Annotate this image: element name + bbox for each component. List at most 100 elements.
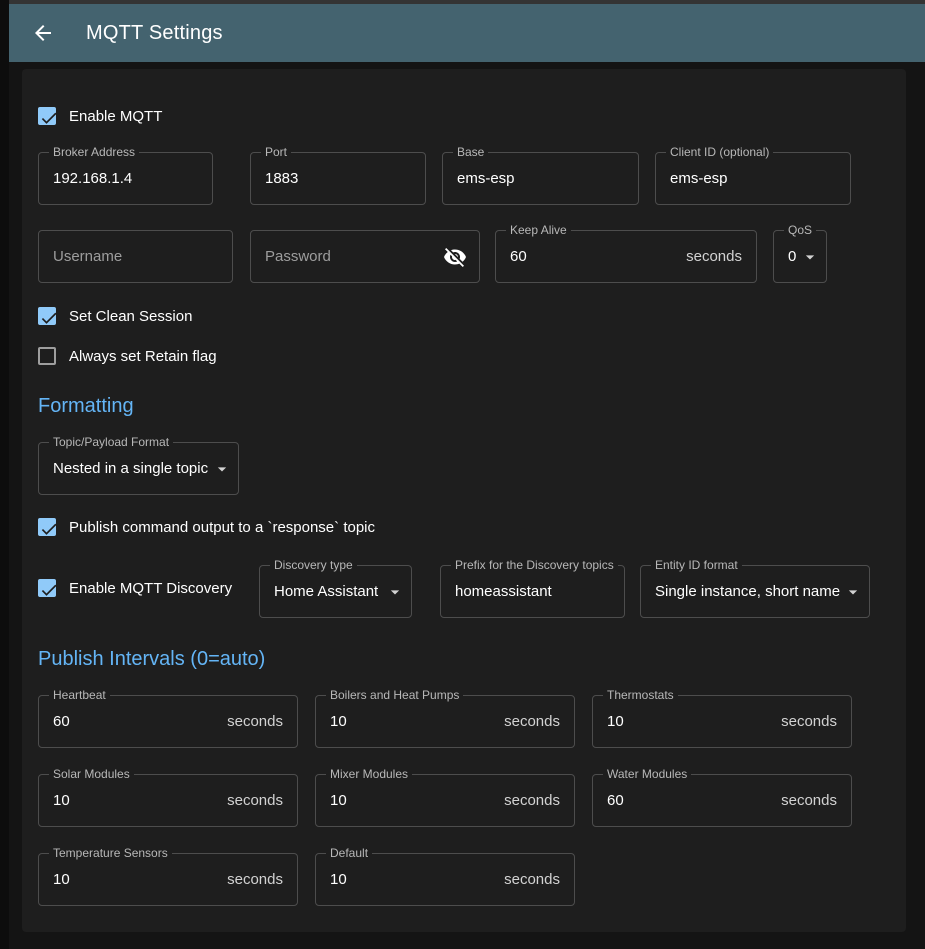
solar-interval-unit: seconds	[227, 792, 297, 809]
heartbeat-interval-label: Heartbeat	[49, 689, 110, 702]
arrow-left-icon	[31, 21, 55, 45]
toggle-password-visibility-button[interactable]	[443, 245, 479, 269]
enable-discovery-label: Enable MQTT Discovery	[69, 580, 232, 597]
credentials-row: Keep Alive seconds QoS 0	[38, 230, 890, 283]
check-icon	[39, 519, 59, 544]
default-interval-input[interactable]	[316, 854, 504, 905]
check-icon	[39, 580, 59, 605]
discovery-type-label: Discovery type	[270, 559, 357, 572]
temperature-interval-field: Temperature Sensors seconds	[38, 853, 298, 906]
port-field: Port	[250, 152, 426, 205]
clean-session-checkbox[interactable]	[38, 307, 56, 325]
mqtt-settings-form: Enable MQTT Broker Address Port Base Cli…	[22, 69, 906, 932]
thermostats-interval-input[interactable]	[593, 696, 781, 747]
back-button[interactable]	[31, 21, 55, 45]
boilers-interval-field: Boilers and Heat Pumps seconds	[315, 695, 575, 748]
temperature-interval-unit: seconds	[227, 871, 297, 888]
base-field: Base	[442, 152, 639, 205]
broker-address-field: Broker Address	[38, 152, 213, 205]
thermostats-interval-field: Thermostats seconds	[592, 695, 852, 748]
temperature-interval-label: Temperature Sensors	[49, 847, 172, 860]
topic-format-label: Topic/Payload Format	[49, 436, 173, 449]
thermostats-interval-label: Thermostats	[603, 689, 678, 702]
formatting-heading: Formatting	[38, 395, 890, 418]
username-input[interactable]	[39, 231, 232, 282]
enable-mqtt-label: Enable MQTT	[69, 108, 162, 125]
water-interval-label: Water Modules	[603, 768, 691, 781]
entity-format-value: Single instance, short name	[641, 583, 843, 600]
broker-address-label: Broker Address	[49, 146, 139, 159]
port-input[interactable]	[251, 153, 425, 204]
heartbeat-interval-unit: seconds	[227, 713, 297, 730]
clean-session-label: Set Clean Session	[69, 308, 192, 325]
chevron-down-icon	[800, 247, 820, 267]
broker-address-input[interactable]	[39, 153, 212, 204]
enable-mqtt-checkbox[interactable]	[38, 107, 56, 125]
base-label: Base	[453, 146, 488, 159]
password-input[interactable]	[251, 231, 443, 282]
mixer-interval-label: Mixer Modules	[326, 768, 412, 781]
qos-select[interactable]: QoS 0	[773, 230, 827, 283]
discovery-type-select[interactable]: Discovery type Home Assistant	[259, 565, 412, 618]
page-title: MQTT Settings	[86, 22, 223, 45]
water-interval-input[interactable]	[593, 775, 781, 826]
default-interval-field: Default seconds	[315, 853, 575, 906]
discovery-prefix-field: Prefix for the Discovery topics	[440, 565, 625, 618]
publish-response-row: Publish command output to a `response` t…	[38, 518, 890, 536]
page-background: Enable MQTT Broker Address Port Base Cli…	[9, 62, 925, 949]
retain-flag-row: Always set Retain flag	[38, 347, 890, 365]
eye-off-icon	[443, 245, 467, 269]
retain-flag-checkbox[interactable]	[38, 347, 56, 365]
chevron-down-icon	[212, 459, 232, 479]
enable-mqtt-row: Enable MQTT	[38, 107, 890, 125]
mixer-interval-field: Mixer Modules seconds	[315, 774, 575, 827]
solar-interval-field: Solar Modules seconds	[38, 774, 298, 827]
boilers-interval-input[interactable]	[316, 696, 504, 747]
thermostats-interval-unit: seconds	[781, 713, 851, 730]
broker-row: Broker Address Port Base Client ID (opti…	[38, 152, 890, 205]
chevron-down-icon	[385, 582, 405, 602]
keep-alive-input[interactable]	[496, 231, 686, 282]
publish-intervals-heading: Publish Intervals (0=auto)	[38, 648, 890, 671]
discovery-prefix-input[interactable]	[441, 566, 624, 617]
default-interval-unit: seconds	[504, 871, 574, 888]
boilers-interval-unit: seconds	[504, 713, 574, 730]
client-id-field: Client ID (optional)	[655, 152, 851, 205]
topic-format-row: Topic/Payload Format Nested in a single …	[38, 442, 890, 495]
intervals-grid: Heartbeat seconds Boilers and Heat Pumps…	[38, 695, 890, 906]
entity-format-label: Entity ID format	[651, 559, 742, 572]
qos-value: 0	[774, 248, 800, 265]
discovery-type-value: Home Assistant	[260, 583, 385, 600]
heartbeat-interval-field: Heartbeat seconds	[38, 695, 298, 748]
client-id-input[interactable]	[656, 153, 850, 204]
keep-alive-unit: seconds	[686, 248, 756, 265]
base-input[interactable]	[443, 153, 638, 204]
solar-interval-label: Solar Modules	[49, 768, 134, 781]
default-interval-label: Default	[326, 847, 372, 860]
publish-response-checkbox[interactable]	[38, 518, 56, 536]
entity-format-select[interactable]: Entity ID format Single instance, short …	[640, 565, 870, 618]
enable-discovery-checkbox[interactable]	[38, 579, 56, 597]
password-field	[250, 230, 480, 283]
water-interval-field: Water Modules seconds	[592, 774, 852, 827]
clean-session-row: Set Clean Session	[38, 307, 890, 325]
keep-alive-label: Keep Alive	[506, 224, 571, 237]
discovery-row: Enable MQTT Discovery Discovery type Hom…	[38, 565, 890, 618]
mixer-interval-unit: seconds	[504, 792, 574, 809]
water-interval-unit: seconds	[781, 792, 851, 809]
check-icon	[39, 308, 59, 333]
temperature-interval-input[interactable]	[39, 854, 227, 905]
boilers-interval-label: Boilers and Heat Pumps	[326, 689, 463, 702]
topic-format-select[interactable]: Topic/Payload Format Nested in a single …	[38, 442, 239, 495]
enable-discovery-row: Enable MQTT Discovery	[38, 579, 259, 597]
qos-label: QoS	[784, 224, 816, 237]
solar-interval-input[interactable]	[39, 775, 227, 826]
keep-alive-field: Keep Alive seconds	[495, 230, 757, 283]
publish-response-label: Publish command output to a `response` t…	[69, 519, 375, 536]
topic-format-value: Nested in a single topic	[39, 460, 212, 477]
client-id-label: Client ID (optional)	[666, 146, 773, 159]
heartbeat-interval-input[interactable]	[39, 696, 227, 747]
app-bar: MQTT Settings	[9, 4, 925, 62]
mixer-interval-input[interactable]	[316, 775, 504, 826]
port-label: Port	[261, 146, 291, 159]
